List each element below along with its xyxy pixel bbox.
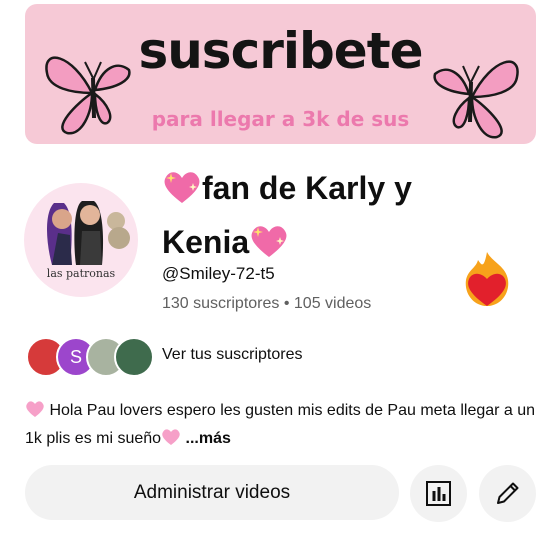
video-count: 105 videos	[293, 295, 372, 312]
analytics-icon	[426, 481, 451, 506]
fire-heart-icon	[465, 252, 509, 306]
sparkling-heart-icon	[162, 169, 202, 218]
channel-name-line2: Kenia	[162, 224, 250, 260]
pink-heart-icon	[25, 400, 45, 426]
banner-subtitle: para llegar a 3k de sus	[151, 107, 410, 131]
pink-heart-icon	[161, 428, 181, 454]
subscriber-count: 130 suscriptores	[162, 295, 280, 312]
banner-title: suscribete	[138, 22, 423, 80]
channel-name: fan de Karly y Kenia	[162, 164, 462, 272]
avatar	[114, 337, 154, 377]
avatar-caption: las patronas	[46, 267, 116, 280]
pencil-icon	[497, 482, 519, 504]
see-subscribers-link[interactable]: Ver tus suscriptores	[162, 346, 303, 364]
channel-description[interactable]: Hola Pau lovers espero les gusten mis ed…	[25, 398, 545, 454]
channel-avatar[interactable]: las patronas	[24, 183, 138, 297]
channel-banner: suscribete para llegar a 3k de sus	[25, 4, 536, 144]
more-link[interactable]: ...más	[186, 430, 231, 447]
analytics-button[interactable]	[410, 465, 467, 522]
channel-handle: @Smiley-72-t5	[162, 264, 275, 283]
stats-separator: •	[283, 295, 290, 312]
edit-channel-button[interactable]	[479, 465, 536, 522]
channel-stats: 130 suscriptores • 105 videos	[162, 295, 371, 313]
channel-name-line1: fan de Karly y	[202, 170, 412, 206]
manage-videos-button[interactable]: Administrar videos	[25, 465, 399, 520]
description-text: Hola Pau lovers espero les gusten mis ed…	[25, 402, 536, 447]
subscriber-avatars[interactable]: S	[26, 337, 156, 377]
